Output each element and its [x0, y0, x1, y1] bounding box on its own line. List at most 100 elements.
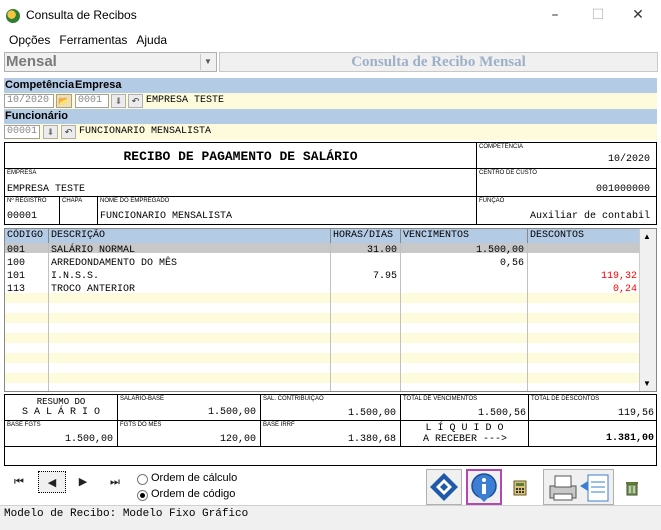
- registro-cell: Nº REGISTRO 00001: [4, 196, 60, 225]
- cell-codigo: 100: [7, 258, 26, 269]
- last-record-icon[interactable]: ⏭: [104, 471, 126, 493]
- funcionario-label: Funcionário: [5, 110, 68, 122]
- registro-caption: Nº REGISTRO: [7, 198, 47, 204]
- salario-base-caption: SALÁRIO-BASE: [120, 396, 165, 402]
- empresa-value: EMPRESA TESTE: [7, 184, 86, 195]
- nome-caption: NOME DO EMPREGADO: [100, 198, 170, 204]
- menu-ajuda[interactable]: Ajuda: [136, 33, 167, 47]
- funcao-caption: FUNÇÃO: [479, 198, 505, 204]
- liquido-line2: A RECEBER --->: [423, 434, 508, 445]
- info-button[interactable]: [466, 469, 502, 505]
- sal-contrib-value: 1.500,00: [347, 408, 396, 419]
- empresa-cell: EMPRESA EMPRESA TESTE: [4, 168, 477, 197]
- col-header-codigo[interactable]: CÓDIGO: [5, 229, 49, 243]
- download-icon[interactable]: ⬇: [43, 125, 58, 139]
- chapa-caption: CHAPA: [62, 198, 83, 204]
- scroll-up-icon[interactable]: ▲: [643, 232, 651, 241]
- table-row[interactable]: 100 ARREDONDAMENTO DO MÊS 0,56: [5, 259, 641, 269]
- trash-icon: [626, 482, 638, 496]
- menu-ferramentas[interactable]: Ferramentas: [59, 33, 127, 47]
- base-fgts-caption: BASE FGTS: [7, 422, 41, 428]
- folder-icon[interactable]: 📂: [56, 94, 72, 108]
- window-title: Consulta de Recibos: [26, 8, 137, 22]
- items-grid[interactable]: CÓDIGO DESCRIÇÃO HORAS/DIAS VENCIMENTOS …: [4, 228, 657, 392]
- print-export-button[interactable]: [543, 469, 614, 505]
- cell-descontos: 0,24: [612, 284, 637, 295]
- empresa-code-field[interactable]: 0001: [75, 94, 109, 108]
- base-fgts-value: 1.500,00: [64, 434, 113, 445]
- diamond-icon: [430, 473, 458, 501]
- table-row[interactable]: 101 I.N.S.S. 7.95 119,32: [5, 272, 641, 282]
- calculator-button[interactable]: [512, 480, 528, 496]
- cell-descricao: ARREDONDAMENTO DO MÊS: [51, 258, 178, 269]
- grid-scrollbar[interactable]: ▲ ▼: [639, 229, 656, 391]
- menu-opcoes[interactable]: Opções: [9, 33, 50, 47]
- cell-codigo: 101: [7, 271, 26, 282]
- radio-ordem-codigo-label: Ordem de código: [151, 488, 236, 500]
- previous-record-icon[interactable]: ◀: [38, 471, 66, 493]
- funcao-cell: FUNÇÃO Auxiliar de contabil: [476, 196, 657, 225]
- app-icon: [6, 9, 20, 23]
- row-stripe: [5, 313, 641, 323]
- mode-select-value: Mensal: [6, 53, 57, 70]
- diamond-nav-button[interactable]: [426, 469, 462, 505]
- nome-cell: NOME DO EMPREGADO FUNCIONARIO MENSALISTA: [97, 196, 477, 225]
- col-header-descricao[interactable]: DESCRIÇÃO: [49, 229, 331, 243]
- undo-icon[interactable]: ↶: [61, 125, 76, 139]
- radio-ordem-calculo-label: Ordem de cálculo: [151, 472, 238, 484]
- competencia-value: 10/2020: [607, 154, 650, 165]
- cell-vencimentos: 0,56: [499, 258, 524, 269]
- fgts-mes-value: 120,00: [219, 434, 256, 445]
- first-record-icon[interactable]: ⏮: [8, 471, 30, 493]
- competencia-caption: COMPETÊNCIA: [479, 144, 524, 150]
- fgts-mes-caption: FGTS DO MÊS: [120, 422, 162, 428]
- competencia-field[interactable]: 10/2020: [4, 94, 54, 108]
- nome-value: FUNCIONARIO MENSALISTA: [100, 211, 233, 222]
- base-irrf-cell: BASE IRRF 1.380,68: [260, 420, 401, 447]
- row-stripe: [5, 353, 641, 363]
- table-row[interactable]: 113 TROCO ANTERIOR 0,24: [5, 285, 641, 295]
- empresa-label: Empresa: [75, 79, 122, 91]
- cell-descricao: I.N.S.S.: [51, 271, 100, 282]
- total-venc-value: 1.500,56: [477, 408, 526, 419]
- total-venc-caption: TOTAL DE VENCIMENTOS: [403, 396, 478, 402]
- radio-ordem-codigo[interactable]: [137, 490, 148, 501]
- close-button[interactable]: ✕: [623, 4, 653, 26]
- menu-bar: Opções Ferramentas Ajuda: [0, 33, 167, 51]
- table-row[interactable]: 001 SALÁRIO NORMAL 31.00 1.500,00: [5, 246, 641, 256]
- registro-value: 00001: [7, 211, 38, 222]
- receipt-title-cell: RECIBO DE PAGAMENTO DE SALÁRIO: [4, 142, 477, 169]
- liquido-label-cell: L Í Q U I D O A RECEBER --->: [400, 420, 529, 447]
- trash-button[interactable]: [624, 480, 640, 496]
- col-header-descontos[interactable]: DESCONTOS: [528, 229, 641, 243]
- funcionario-name: FUNCIONARIO MENSALISTA: [79, 126, 212, 137]
- total-desc-cell: TOTAL DE DESCONTOS 119,56: [528, 394, 657, 421]
- funcionario-code-field[interactable]: 00001: [4, 125, 40, 139]
- calculator-icon: [513, 480, 527, 496]
- next-record-icon[interactable]: ▶: [72, 471, 94, 493]
- cell-descricao: TROCO ANTERIOR: [51, 284, 136, 295]
- document-export-icon: [580, 474, 609, 502]
- printer-icon: [549, 475, 577, 501]
- total-venc-cell: TOTAL DE VENCIMENTOS 1.500,56: [400, 394, 529, 421]
- maximize-button[interactable]: ☐: [583, 4, 613, 26]
- sal-contrib-cell: SAL. CONTRIBUIÇÃO 1.500,00: [260, 394, 401, 421]
- fgts-mes-cell: FGTS DO MÊS 120,00: [117, 420, 261, 447]
- resumo-cell: RESUMO DO S A L Á R I O: [4, 394, 118, 421]
- minimize-button[interactable]: –: [540, 4, 570, 26]
- undo-icon[interactable]: ↶: [128, 94, 143, 108]
- total-desc-value: 119,56: [617, 408, 654, 419]
- download-icon[interactable]: ⬇: [111, 94, 126, 108]
- liquido-line1: L Í Q U I D O: [425, 423, 504, 434]
- col-header-horas[interactable]: HORAS/DIAS: [331, 229, 401, 243]
- chevron-down-icon[interactable]: ▼: [200, 54, 215, 70]
- base-irrf-value: 1.380,68: [347, 434, 396, 445]
- col-header-vencimentos[interactable]: VENCIMENTOS: [401, 229, 528, 243]
- salario-base-value: 1.500,00: [207, 407, 256, 418]
- base-irrf-caption: BASE IRRF: [263, 422, 295, 428]
- funcionario-header: Funcionário: [4, 109, 657, 124]
- competencia-label: Competência: [5, 79, 75, 91]
- scroll-down-icon[interactable]: ▼: [643, 379, 651, 388]
- liquido-value: 1.381,00: [605, 433, 654, 444]
- radio-ordem-calculo[interactable]: [137, 474, 148, 485]
